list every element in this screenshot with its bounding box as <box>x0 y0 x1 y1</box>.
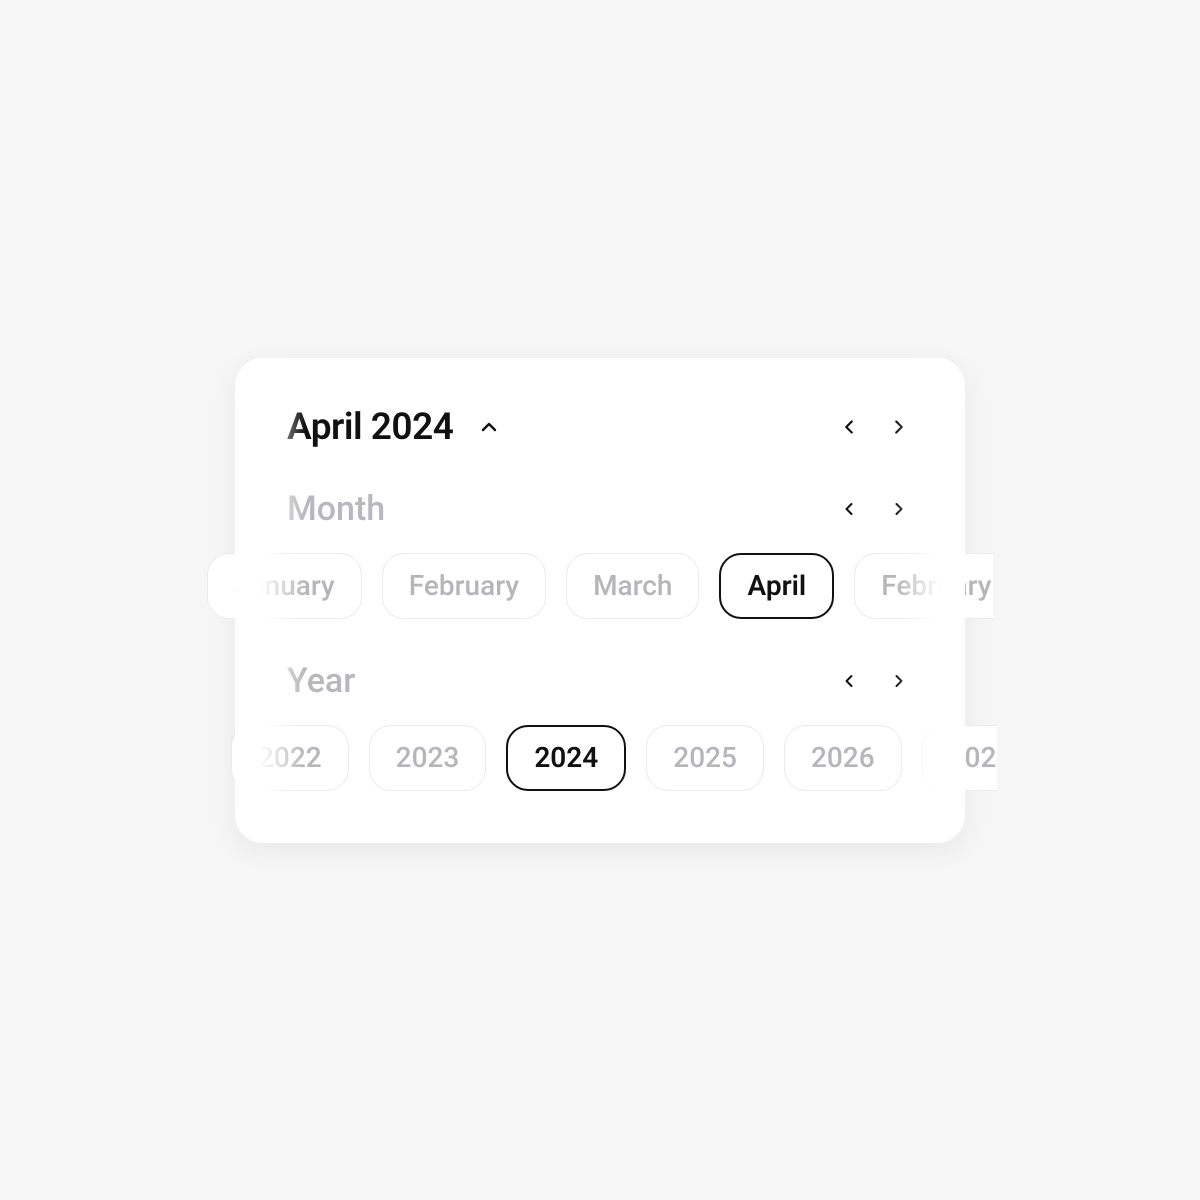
header-row: April 2024 <box>287 406 913 449</box>
month-scroll-row: January February March April February <box>207 553 993 619</box>
month-option[interactable]: April <box>719 553 834 619</box>
year-section-header: Year <box>287 661 913 701</box>
year-option[interactable]: 2026 <box>784 725 902 791</box>
year-next-button[interactable] <box>885 667 913 695</box>
year-option[interactable]: 2025 <box>646 725 764 791</box>
year-scroll-row: 2022 2023 2024 2025 2026 2027 <box>231 725 997 791</box>
year-option[interactable]: 2022 <box>231 725 349 791</box>
chevron-up-icon[interactable] <box>475 413 503 441</box>
month-nav <box>835 495 913 523</box>
selected-date-title: April 2024 <box>287 406 453 449</box>
month-option[interactable]: February <box>382 553 546 619</box>
header-nav <box>835 413 913 441</box>
date-picker-card: April 2024 Month JanuaryFebruaryMarchApr… <box>235 358 965 843</box>
month-option[interactable]: February <box>854 553 993 619</box>
month-label: Month <box>287 489 385 529</box>
month-prev-button[interactable] <box>835 495 863 523</box>
year-nav <box>835 667 913 695</box>
year-option[interactable]: 2024 <box>506 725 626 791</box>
month-option[interactable]: March <box>566 553 699 619</box>
month-next-button[interactable] <box>885 495 913 523</box>
next-period-button[interactable] <box>885 413 913 441</box>
prev-period-button[interactable] <box>835 413 863 441</box>
year-label: Year <box>287 661 355 701</box>
year-prev-button[interactable] <box>835 667 863 695</box>
year-option[interactable]: 2027 <box>922 725 997 791</box>
year-option[interactable]: 2023 <box>369 725 487 791</box>
month-section-header: Month <box>287 489 913 529</box>
header-left: April 2024 <box>287 406 503 449</box>
month-option[interactable]: January <box>207 553 362 619</box>
